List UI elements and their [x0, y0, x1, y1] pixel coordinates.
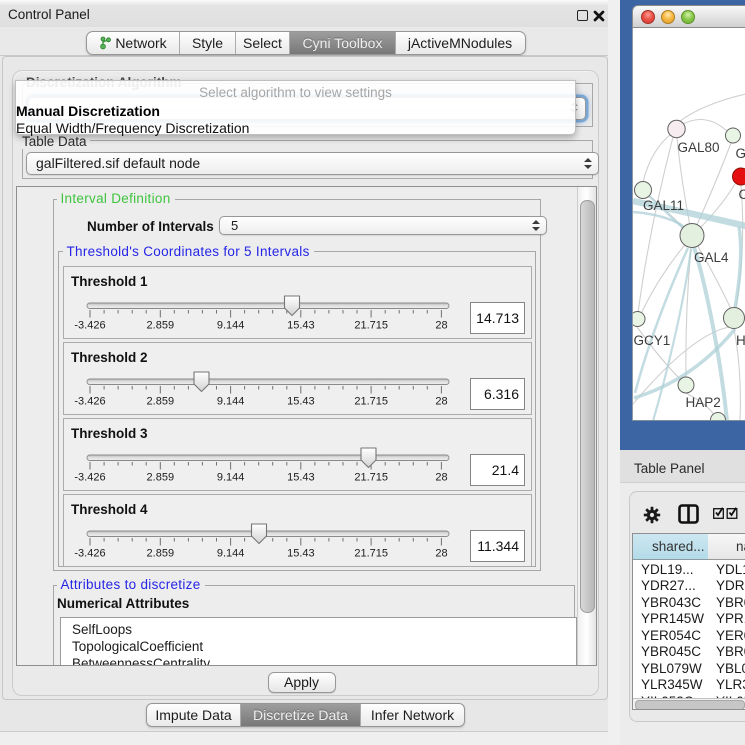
svg-text:28: 28 [435, 320, 447, 332]
svg-text:-3.426: -3.426 [74, 548, 105, 560]
svg-text:2.859: 2.859 [147, 472, 175, 484]
svg-text:-3.426: -3.426 [74, 472, 105, 484]
svg-text:GAL4: GAL4 [694, 250, 729, 265]
svg-text:-3.426: -3.426 [74, 396, 105, 408]
svg-text:GCY1: GCY1 [633, 333, 670, 348]
svg-text:28: 28 [435, 472, 447, 484]
svg-text:21.715: 21.715 [354, 320, 388, 332]
svg-text:21.715: 21.715 [354, 548, 388, 560]
svg-text:GAL80: GAL80 [677, 140, 719, 155]
svg-text:-3.426: -3.426 [74, 320, 105, 332]
svg-text:HAP2: HAP2 [685, 395, 720, 410]
svg-text:15.43: 15.43 [287, 320, 315, 332]
svg-text:2.859: 2.859 [147, 396, 175, 408]
svg-text:9.144: 9.144 [217, 548, 245, 560]
svg-text:CA: CA [738, 187, 745, 202]
svg-text:9.144: 9.144 [217, 320, 245, 332]
svg-text:15.43: 15.43 [287, 396, 315, 408]
svg-text:21.715: 21.715 [354, 472, 388, 484]
svg-text:21.715: 21.715 [354, 396, 388, 408]
svg-text:28: 28 [435, 548, 447, 560]
svg-text:28: 28 [435, 396, 447, 408]
svg-text:15.43: 15.43 [287, 548, 315, 560]
svg-text:9.144: 9.144 [217, 472, 245, 484]
svg-text:GAL11: GAL11 [643, 198, 684, 213]
svg-text:2.859: 2.859 [147, 548, 175, 560]
svg-text:HIS4: HIS4 [736, 333, 745, 348]
svg-text:9.144: 9.144 [217, 396, 245, 408]
svg-text:15.43: 15.43 [287, 472, 315, 484]
svg-text:GA: GA [735, 146, 745, 161]
svg-text:2.859: 2.859 [147, 320, 175, 332]
